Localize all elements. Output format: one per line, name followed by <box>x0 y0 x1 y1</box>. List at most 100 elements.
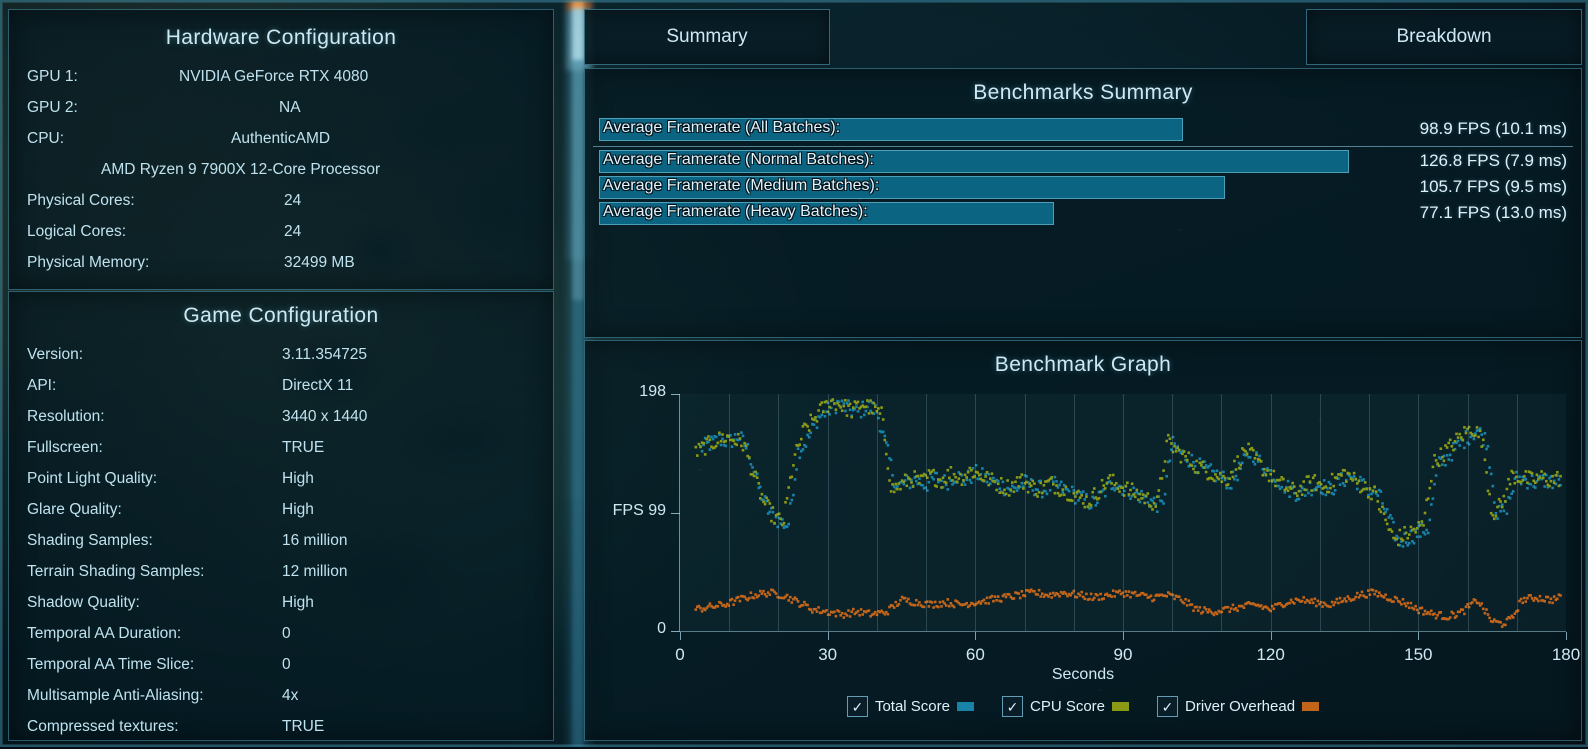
chart-x-tick-label: 0 <box>675 645 685 664</box>
game-label: Temporal AA Duration: <box>27 625 182 642</box>
legend-item-cpu-score[interactable]: ✓ CPU Score <box>1001 696 1130 717</box>
chart-gridline <box>1418 394 1420 631</box>
benchmark-row: Average Framerate (All Batches): 98.9 FPS… <box>585 117 1581 142</box>
chart-x-tick-label: 90 <box>1113 645 1133 664</box>
game-value: 0 <box>282 656 291 673</box>
hardware-value: AuthenticAMD <box>231 130 331 147</box>
chart-gridline <box>729 394 731 631</box>
legend-color-swatch <box>1302 702 1320 711</box>
chart-x-tick-mark <box>975 632 977 640</box>
tab-summary[interactable]: Summary <box>584 9 830 65</box>
game-label: Shadow Quality: <box>27 594 140 611</box>
benchmark-value: 77.1 FPS (13.0 ms) <box>1419 203 1567 222</box>
game-label: Multisample Anti-Aliasing: <box>27 687 204 704</box>
hardware-label: CPU: <box>27 130 65 147</box>
hardware-value: NA <box>279 99 301 116</box>
hardware-value: 24 <box>284 192 302 209</box>
checkbox-icon[interactable]: ✓ <box>1001 696 1023 717</box>
game-label: Temporal AA Time Slice: <box>27 656 195 673</box>
hardware-label: Logical Cores: <box>27 223 127 240</box>
game-value: High <box>282 470 314 487</box>
game-value: High <box>282 501 314 518</box>
hardware-row: Logical Cores: 24 <box>9 223 553 254</box>
game-label: Compressed textures: <box>27 718 179 735</box>
game-row: Resolution: 3440 x 1440 <box>9 408 553 439</box>
hardware-value: 32499 MB <box>284 254 355 271</box>
game-row: Shadow Quality: High <box>9 594 553 625</box>
legend-item-label: Driver Overhead <box>1185 698 1296 715</box>
hardware-rows: GPU 1: NVIDIA GeForce RTX 4080 GPU 2: NA CPU… <box>9 68 553 285</box>
chart-gridline <box>1073 394 1075 631</box>
hardware-label: GPU 2: <box>27 99 78 116</box>
game-row: Terrain Shading Samples: 12 million <box>9 563 553 594</box>
chart-gridline <box>1123 394 1124 631</box>
chart-gridline <box>778 394 780 631</box>
checkbox-icon[interactable]: ✓ <box>1157 696 1179 717</box>
hardware-value: 24 <box>284 223 302 240</box>
chart-gridline <box>876 394 878 631</box>
game-row: Version: 3.11.354725 <box>9 346 553 377</box>
game-row: Temporal AA Duration: 0 <box>9 625 553 656</box>
hardware-label: Physical Cores: <box>27 192 135 209</box>
benchmark-value: 105.7 FPS (9.5 ms) <box>1419 177 1567 196</box>
benchmark-row: Average Framerate (Normal Batches): 126.8… <box>585 146 1581 174</box>
game-panel-title: Game Configuration <box>183 304 379 327</box>
chart-x-tick-label: 60 <box>965 645 985 664</box>
game-value: 16 million <box>282 532 348 549</box>
chart-y-tick-mark <box>671 631 680 632</box>
chart-x-tick-mark <box>680 632 681 640</box>
benchmark-row: Average Framerate (Medium Batches): 105.7… <box>585 175 1581 200</box>
chart-y-tick-mark <box>671 512 680 514</box>
chart-y-tick-label: FPS 99 <box>612 501 666 519</box>
hardware-row: Physical Memory: 32499 MB <box>9 254 553 285</box>
chart-x-tick-mark <box>1123 632 1124 640</box>
chart-gridline <box>1270 394 1272 631</box>
chart-gridline <box>1467 394 1469 631</box>
game-value: 3.11.354725 <box>282 346 368 363</box>
hardware-label: Physical Memory: <box>27 254 150 271</box>
game-row: Temporal AA Time Slice: 0 <box>9 656 553 687</box>
game-value: High <box>282 594 314 611</box>
tab-breakdown[interactable]: Breakdown <box>1306 9 1582 65</box>
legend-item-total-score[interactable]: ✓ Total Score <box>846 696 974 717</box>
chart-y-tick-label: 198 <box>639 383 666 400</box>
checkbox-icon[interactable]: ✓ <box>846 696 868 717</box>
benchmark-value: 126.8 FPS (7.9 ms) <box>1419 151 1567 170</box>
benchmark-value: 98.9 FPS (10.1 ms) <box>1419 119 1567 138</box>
game-value: TRUE <box>282 439 325 456</box>
game-label: Point Light Quality: <box>27 470 158 487</box>
chart-gridline <box>975 394 977 631</box>
chart-x-tick-label: 150 <box>1404 645 1433 664</box>
hardware-value: AMD Ryzen 9 7900X 12-Core Processor <box>101 161 381 178</box>
hardware-value: NVIDIA GeForce RTX 4080 <box>179 68 369 85</box>
legend-item-driver-overhead[interactable]: ✓ Driver Overhead <box>1157 696 1320 717</box>
game-label: Fullscreen: <box>27 439 103 456</box>
game-row: Shading Samples: 16 million <box>9 532 553 563</box>
hardware-row: GPU 2: NA <box>9 99 553 130</box>
game-row: Point Light Quality: High <box>9 470 553 501</box>
game-value: 12 million <box>282 563 348 580</box>
chart-series-cpu-score <box>694 398 1562 547</box>
game-row: Glare Quality: High <box>9 501 553 532</box>
game-row: Fullscreen: TRUE <box>9 439 553 470</box>
benchmark-rows: Average Framerate (All Batches): 98.9 FPS… <box>585 117 1581 227</box>
chart-gridline <box>1172 394 1174 631</box>
chart-x-tick-mark <box>1270 632 1272 640</box>
chart-x-tick-label: 30 <box>818 645 838 664</box>
chart-y-tick-mark <box>671 394 680 395</box>
chart-x-tick-mark <box>1418 632 1420 640</box>
game-label: Glare Quality: <box>27 501 122 518</box>
chart-x-tick-label: 180 <box>1551 645 1581 664</box>
game-label: API: <box>27 377 57 394</box>
chart-gridline <box>1221 394 1223 631</box>
chart-gridline <box>926 394 928 631</box>
hardware-panel-title: Hardware Configuration <box>165 26 397 49</box>
chart-gridline <box>1024 394 1026 631</box>
chart-series-driver-overhead <box>694 588 1562 628</box>
chart-gridline <box>1319 394 1321 631</box>
chart-gridline <box>1369 394 1371 631</box>
chart-x-tick-mark <box>1566 632 1567 640</box>
chart-x-tick-mark <box>827 632 829 640</box>
game-configuration-panel: Game Configuration Version: 3.11.354725 AP… <box>8 291 554 741</box>
game-label: Terrain Shading Samples: <box>27 563 205 580</box>
